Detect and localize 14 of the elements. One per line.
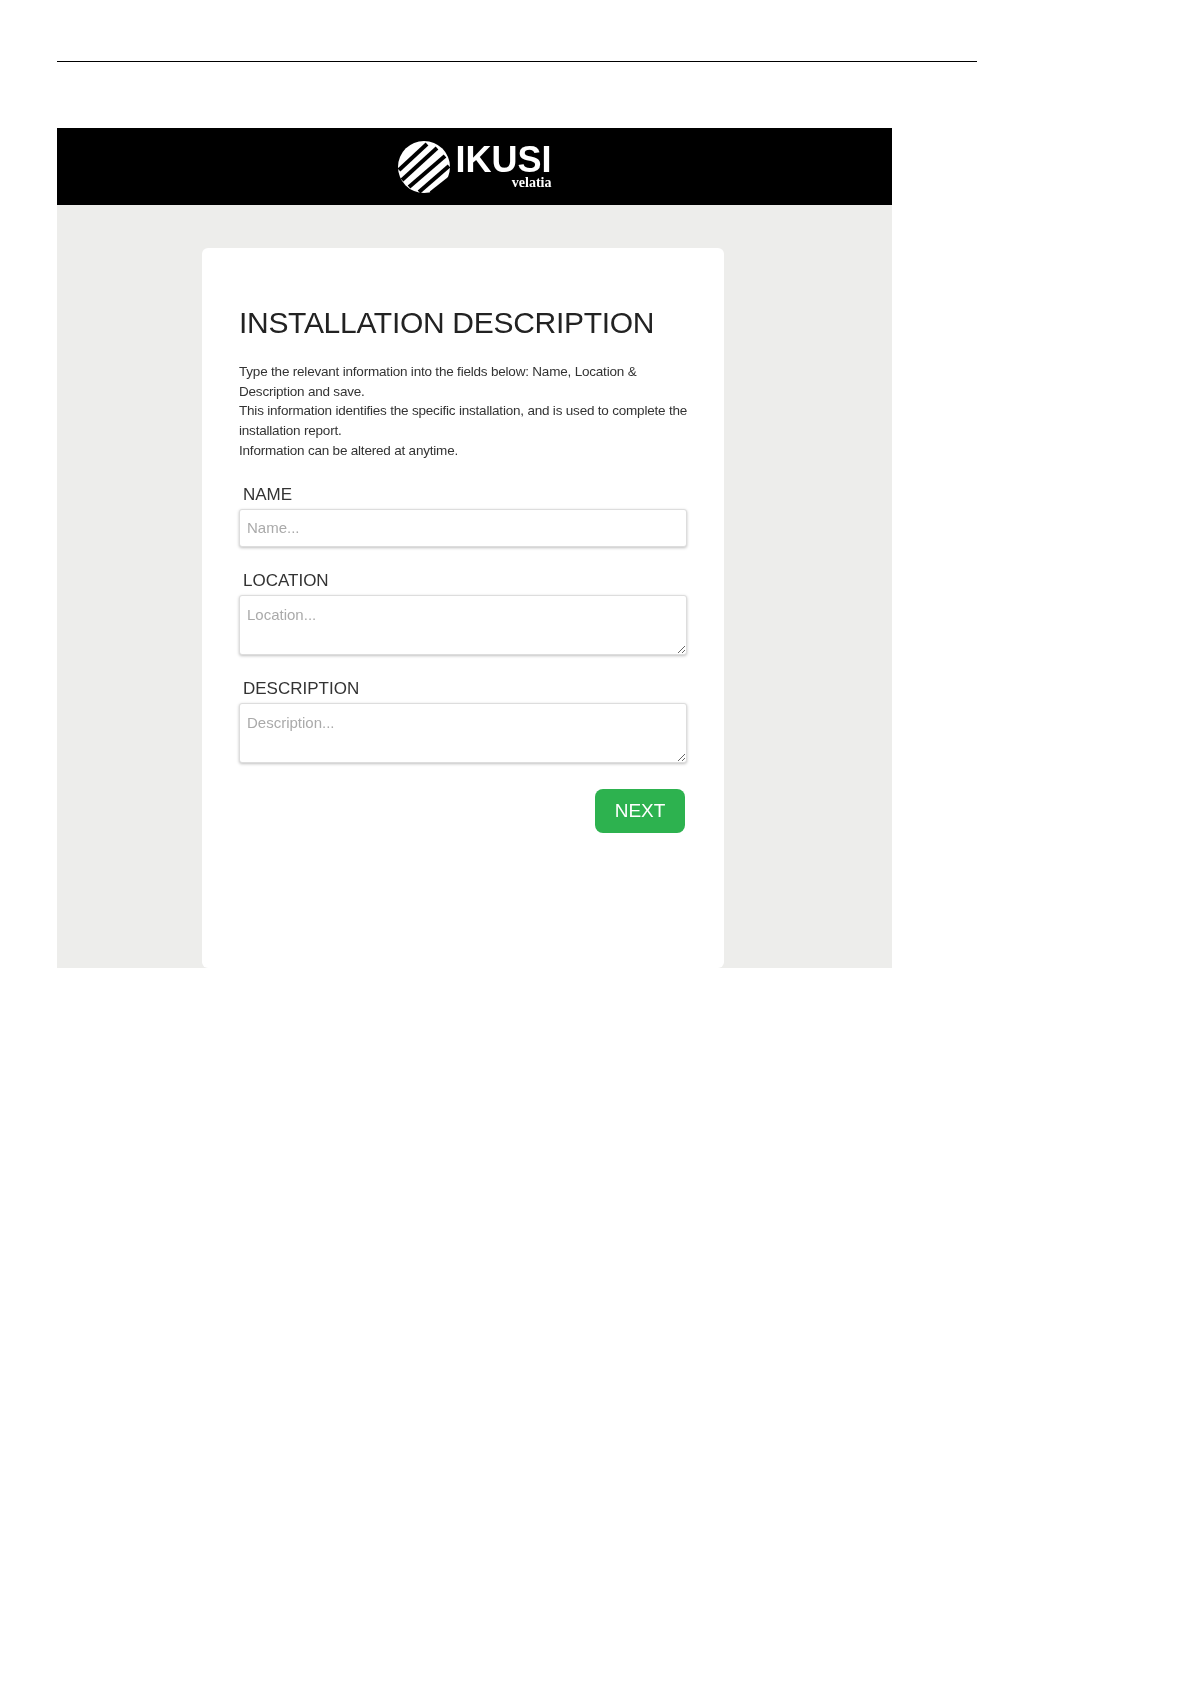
instruction-text: Type the relevant information into the fields below: Name, Location & Description and save. <box>239 363 638 401</box>
instruction-text: This information identifies the specific installation, and is used to complete the installation report. <box>239 402 689 441</box>
striped-globe-icon <box>397 139 452 194</box>
field-label: NAME <box>242 484 294 505</box>
logo-text: IKUSI <box>455 143 552 177</box>
form-title: INSTALLATION DESCRIPTION <box>239 306 656 340</box>
field-label: LOCATION <box>242 570 330 591</box>
logo-subtext: velatia <box>511 176 552 190</box>
field-label: DESCRIPTION <box>242 678 361 699</box>
next-button[interactable]: NEXT <box>595 788 685 833</box>
text-area[interactable]: Description... <box>239 702 687 763</box>
text-field[interactable]: Name... <box>239 508 687 547</box>
text-area[interactable]: Location... <box>239 594 687 655</box>
instruction-text: Information can be altered at anytime. <box>239 441 460 460</box>
